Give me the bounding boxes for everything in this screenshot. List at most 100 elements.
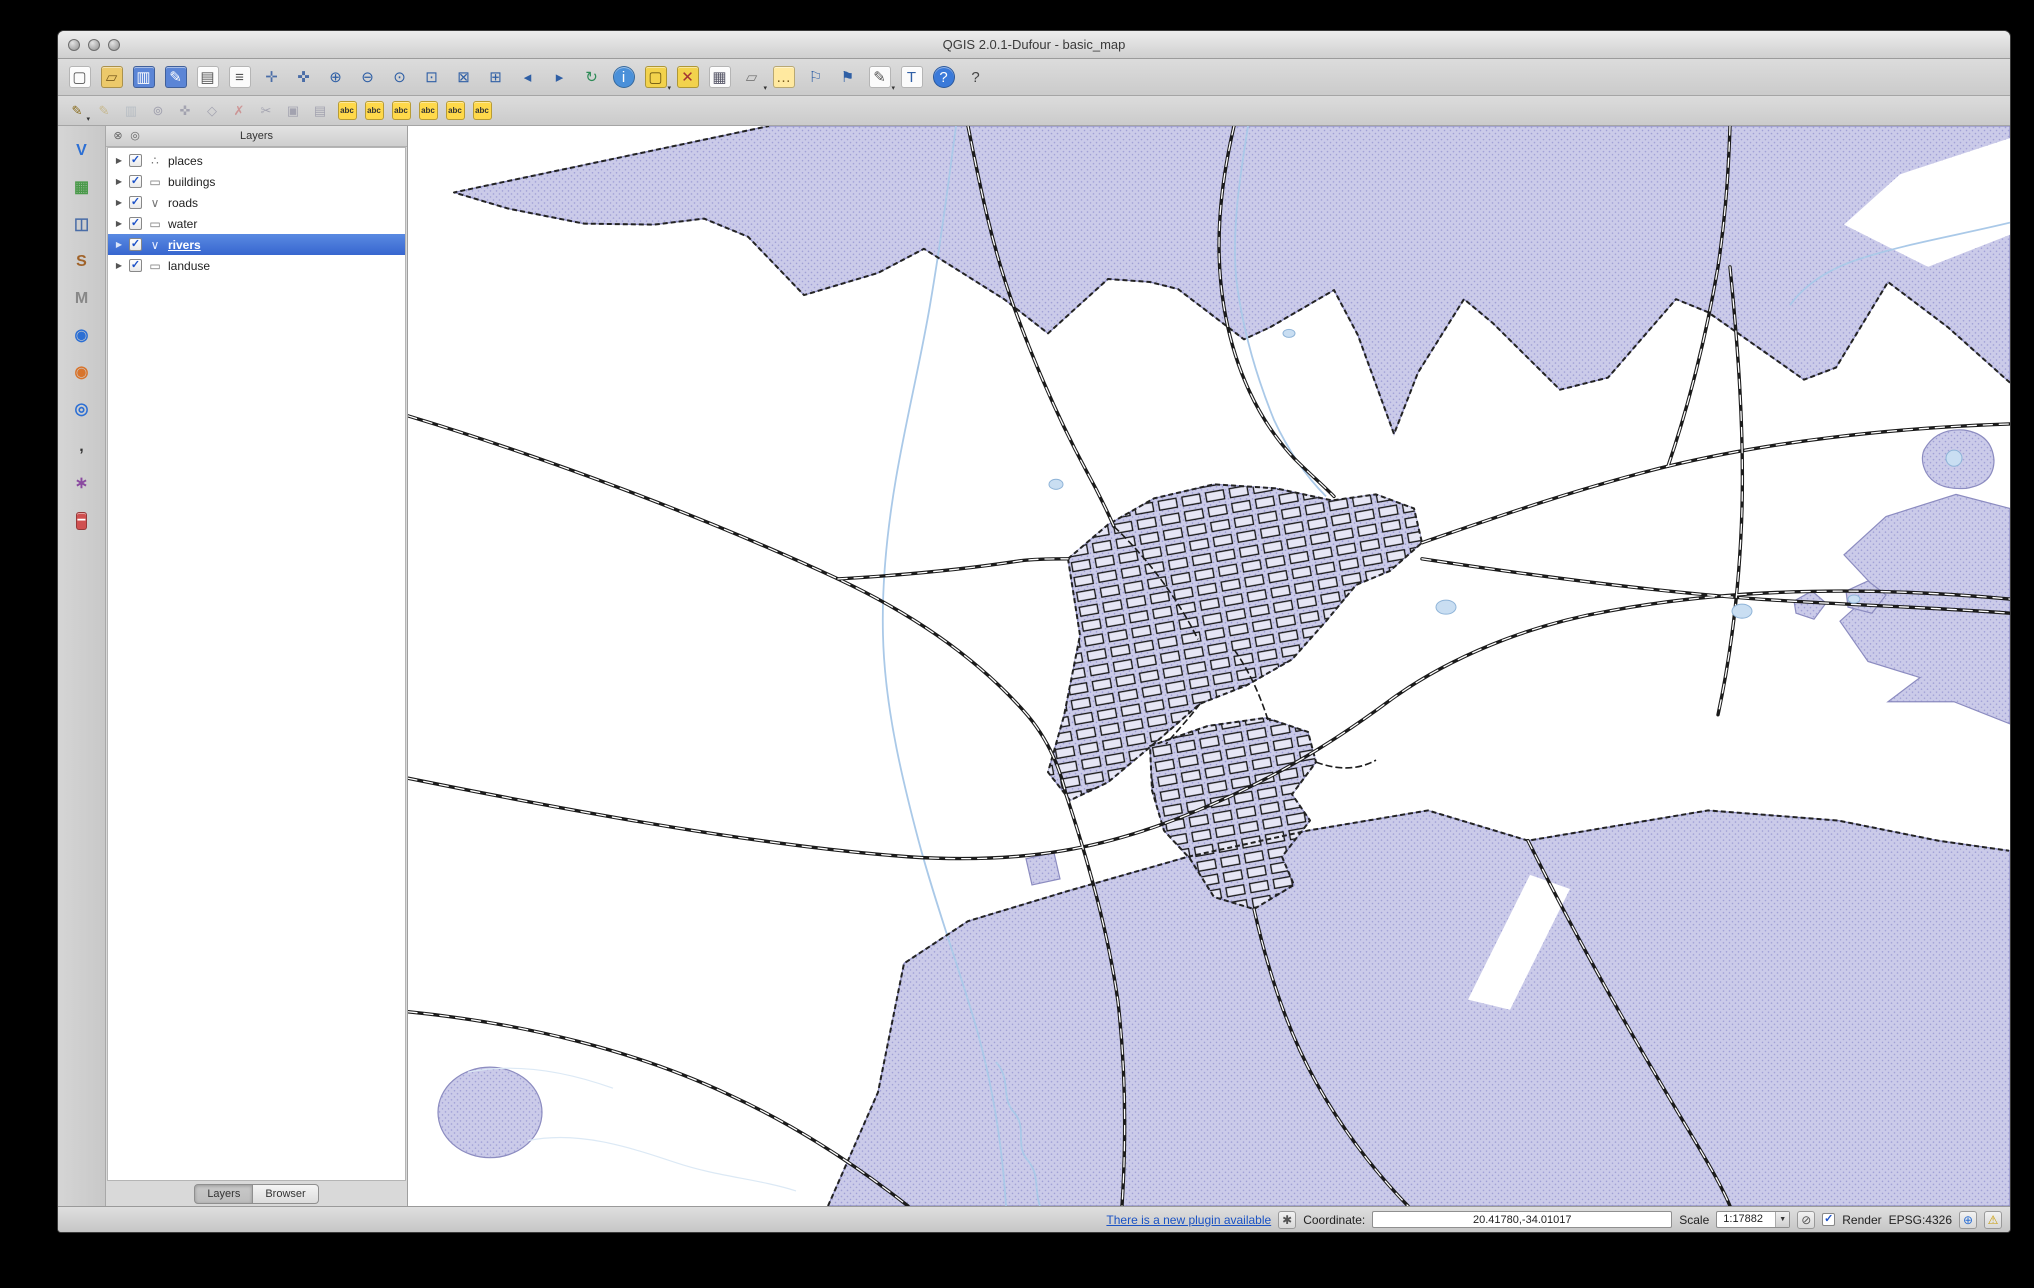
pan-map-button[interactable]: ✛ <box>256 62 287 93</box>
add-postgis-layer-button[interactable]: ◫ <box>66 210 98 240</box>
annotation-dropdown-arrow-icon[interactable]: ▾ <box>891 85 895 92</box>
landuse-polygon <box>454 126 2010 434</box>
zoom-full-button[interactable]: ⊡ <box>416 62 447 93</box>
rotate-label-button[interactable]: abc <box>442 98 468 124</box>
add-feature-button[interactable]: ⊚ <box>145 98 171 124</box>
map-area <box>408 126 2010 1206</box>
pin-labels-button[interactable]: abc <box>361 98 387 124</box>
show-bookmarks-button[interactable]: ⚑ <box>832 62 863 93</box>
new-shapefile-layer-button[interactable]: ∗ <box>66 469 98 499</box>
new-bookmark-button[interactable]: ⚐ <box>800 62 831 93</box>
layer-row-water[interactable]: ▶✓▭water <box>108 213 405 234</box>
window-titlebar[interactable]: QGIS 2.0.1-Dufour - basic_map <box>58 31 2010 59</box>
layer-row-rivers[interactable]: ▶✓∨rivers <box>108 234 405 255</box>
layer-row-places[interactable]: ▶✓∴places <box>108 150 405 171</box>
add-wcs-layer-button[interactable]: ◉ <box>66 358 98 388</box>
minimize-button[interactable] <box>88 39 100 51</box>
annotation-button[interactable]: ✎▾ <box>864 62 895 93</box>
close-button[interactable] <box>68 39 80 51</box>
crs-status-icon[interactable]: ⊕ <box>1959 1211 1977 1229</box>
landuse-polygon <box>1026 853 1060 885</box>
layer-visibility-checkbox[interactable]: ✓ <box>129 238 142 251</box>
messages-icon[interactable]: ⚠ <box>1984 1211 2002 1229</box>
scale-combo[interactable]: 1:17882 ▼ <box>1716 1211 1790 1228</box>
zoom-button[interactable] <box>108 39 120 51</box>
plugin-icon[interactable]: ✱ <box>1278 1211 1296 1229</box>
identify-features-button[interactable]: i <box>608 62 639 93</box>
expand-arrow-icon[interactable]: ▶ <box>114 156 124 165</box>
layer-row-roads[interactable]: ▶✓∨roads <box>108 192 405 213</box>
layer-row-landuse[interactable]: ▶✓▭landuse <box>108 255 405 276</box>
add-wms-layer-button[interactable]: ◉ <box>66 321 98 351</box>
expand-arrow-icon[interactable]: ▶ <box>114 240 124 249</box>
map-canvas[interactable] <box>408 126 2010 1206</box>
measure-dropdown-arrow-icon[interactable]: ▾ <box>763 85 767 92</box>
add-spatialite-layer-button[interactable]: S <box>66 247 98 277</box>
new-project-button[interactable]: ▢ <box>64 62 95 93</box>
highlight-pinned-labels-button[interactable]: abc <box>388 98 414 124</box>
expand-arrow-icon[interactable]: ▶ <box>114 198 124 207</box>
open-attribute-table-button[interactable]: ▦ <box>704 62 735 93</box>
zoom-to-selection-button[interactable]: ⊠ <box>448 62 479 93</box>
panel-tab-layers[interactable]: Layers <box>194 1184 253 1204</box>
labeling-options-button[interactable]: abc <box>334 98 360 124</box>
move-label-button[interactable]: abc <box>415 98 441 124</box>
zoom-to-layer-button[interactable]: ⊞ <box>480 62 511 93</box>
select-features-button[interactable]: ▢▾ <box>640 62 671 93</box>
deselect-features-button[interactable]: ✕ <box>672 62 703 93</box>
panel-close-button[interactable]: ⊗ <box>111 129 125 143</box>
zoom-native-button[interactable]: ⊙ <box>384 62 415 93</box>
zoom-in-button[interactable]: ⊕ <box>320 62 351 93</box>
save-layer-edits-button[interactable]: ▥ <box>118 98 144 124</box>
add-mssql-layer-button[interactable]: M <box>66 284 98 314</box>
open-project-button[interactable]: ▱ <box>96 62 127 93</box>
add-raster-layer-button[interactable]: ▦ <box>66 173 98 203</box>
render-checkbox[interactable]: ✓ <box>1822 1213 1835 1226</box>
copy-features-button[interactable]: ▣ <box>280 98 306 124</box>
help-contents-button[interactable]: ? <box>928 62 959 93</box>
add-wfs-layer-button[interactable]: ◎ <box>66 395 98 425</box>
add-delimited-text-layer-button[interactable]: , <box>66 432 98 462</box>
scale-combo-arrow-icon[interactable]: ▼ <box>1775 1212 1789 1227</box>
refresh-map-button[interactable]: ↻ <box>576 62 607 93</box>
pan-to-selection-button[interactable]: ✜ <box>288 62 319 93</box>
add-vector-layer-button[interactable]: V <box>66 136 98 166</box>
layer-row-buildings[interactable]: ▶✓▭buildings <box>108 171 405 192</box>
new-print-composer-button[interactable]: ▤ <box>192 62 223 93</box>
zoom-last-button[interactable]: ◂ <box>512 62 543 93</box>
whats-this-button[interactable]: ? <box>960 62 991 93</box>
coordinate-input[interactable] <box>1372 1211 1672 1228</box>
save-project-as-button[interactable]: ✎ <box>160 62 191 93</box>
toggle-editing-button[interactable]: ✎ <box>91 98 117 124</box>
scale-magnifier-icon[interactable]: ⊘ <box>1797 1211 1815 1229</box>
expand-arrow-icon[interactable]: ▶ <box>114 261 124 270</box>
panel-tab-browser[interactable]: Browser <box>253 1184 318 1204</box>
layer-visibility-checkbox[interactable]: ✓ <box>129 154 142 167</box>
landuse-polygon <box>1794 591 1826 619</box>
select-features-dropdown-arrow-icon[interactable]: ▾ <box>667 85 671 92</box>
paste-features-button[interactable]: ▤ <box>307 98 333 124</box>
current-edits-dropdown-arrow-icon[interactable]: ▾ <box>86 116 90 123</box>
current-edits-button[interactable]: ✎▾ <box>64 98 90 124</box>
map-tips-button[interactable]: … <box>768 62 799 93</box>
panel-detach-button[interactable]: ◎ <box>128 129 142 143</box>
layer-visibility-checkbox[interactable]: ✓ <box>129 259 142 272</box>
cut-features-button[interactable]: ✂ <box>253 98 279 124</box>
text-annotation-button[interactable]: T <box>896 62 927 93</box>
expand-arrow-icon[interactable]: ▶ <box>114 177 124 186</box>
layer-visibility-checkbox[interactable]: ✓ <box>129 217 142 230</box>
save-project-button[interactable]: ▥ <box>128 62 159 93</box>
delete-selected-button[interactable]: ✗ <box>226 98 252 124</box>
remove-layer-button[interactable]: − <box>66 506 98 536</box>
zoom-next-button[interactable]: ▸ <box>544 62 575 93</box>
change-label-button[interactable]: abc <box>469 98 495 124</box>
move-feature-button[interactable]: ✜ <box>172 98 198 124</box>
measure-button[interactable]: ▱▾ <box>736 62 767 93</box>
new-plugin-link[interactable]: There is a new plugin available <box>1106 1213 1271 1227</box>
node-tool-button[interactable]: ◇ <box>199 98 225 124</box>
layer-visibility-checkbox[interactable]: ✓ <box>129 196 142 209</box>
composer-manager-button[interactable]: ≡ <box>224 62 255 93</box>
expand-arrow-icon[interactable]: ▶ <box>114 219 124 228</box>
zoom-out-button[interactable]: ⊖ <box>352 62 383 93</box>
layer-visibility-checkbox[interactable]: ✓ <box>129 175 142 188</box>
